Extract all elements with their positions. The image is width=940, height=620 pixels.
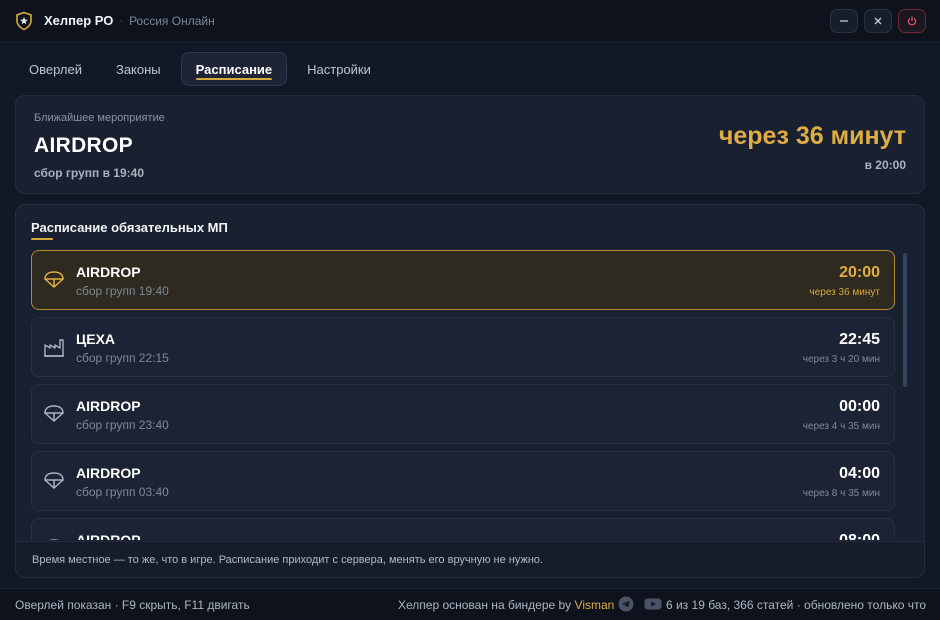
app-title: Хелпер РО — [44, 13, 114, 28]
minimize-button[interactable] — [830, 9, 858, 33]
power-icon — [907, 16, 917, 26]
schedule-row-gather: сбор групп 03:40 — [76, 485, 169, 499]
tab-bar: Оверлей Законы Расписание Настройки — [15, 52, 385, 86]
parachute-icon — [42, 403, 66, 427]
credit-author-link[interactable]: Visman — [575, 598, 615, 612]
schedule-row[interactable]: AIRDROP 08:00 — [31, 518, 895, 540]
schedule-row-gather: сбор групп 23:40 — [76, 418, 169, 432]
schedule-row-until: через 3 ч 20 мин — [802, 354, 880, 365]
shield-star-icon — [14, 11, 34, 31]
schedule-list[interactable]: AIRDROP сбор групп 19:40 20:00 через 36 … — [31, 250, 895, 540]
schedule-row-time: 04:00 — [839, 465, 880, 482]
schedule-row[interactable]: AIRDROP сбор групп 19:40 20:00 через 36 … — [31, 250, 895, 310]
schedule-row-time: 20:00 — [839, 264, 880, 281]
schedule-row-time: 00:00 — [839, 398, 880, 415]
next-event-title: AIRDROP — [34, 134, 133, 157]
schedule-row[interactable]: AIRDROP сбор групп 03:40 04:00 через 8 ч… — [31, 451, 895, 511]
schedule-title-underline — [31, 238, 53, 240]
schedule-footer-note: Время местное — то же, что в игре. Распи… — [16, 541, 924, 577]
tab-schedule[interactable]: Расписание — [180, 52, 288, 86]
parachute-icon — [42, 269, 66, 293]
schedule-scrollbar[interactable] — [903, 253, 907, 387]
schedule-row-name: AIRDROP — [76, 532, 141, 540]
title-bar: Хелпер РО · Россия Онлайн — [0, 0, 940, 42]
window-controls — [830, 9, 926, 33]
tab-laws[interactable]: Законы — [102, 52, 175, 86]
schedule-card: Расписание обязательных МП AIRDROP сбор … — [15, 204, 925, 578]
schedule-row-gather: сбор групп 22:15 — [76, 351, 169, 365]
schedule-row-name: AIRDROP — [76, 465, 141, 481]
overlay-hint: Оверлей показан · F9 скрыть, F11 двигать — [15, 598, 250, 612]
close-button[interactable] — [864, 9, 892, 33]
next-event-time: в 20:00 — [864, 158, 906, 172]
telegram-icon[interactable] — [618, 596, 634, 615]
next-event-label: Ближайшее мероприятие — [34, 112, 165, 124]
schedule-row-until: через 8 ч 35 мин — [802, 488, 880, 499]
schedule-row[interactable]: AIRDROP сбор групп 23:40 00:00 через 4 ч… — [31, 384, 895, 444]
schedule-row-until: через 36 минут — [809, 287, 880, 298]
social-links — [618, 596, 662, 615]
schedule-row-name: AIRDROP — [76, 264, 141, 280]
close-icon — [874, 17, 882, 25]
parachute-icon — [42, 470, 66, 494]
schedule-row-until: через 4 ч 35 мин — [802, 421, 880, 432]
credit-text: Хелпер основан на биндере by Visman — [398, 598, 614, 612]
title-separator: · — [119, 14, 124, 27]
schedule-title: Расписание обязательных МП — [31, 220, 228, 235]
youtube-icon[interactable] — [644, 596, 662, 615]
status-bar: Оверлей показан · F9 скрыть, F11 двигать… — [0, 588, 940, 620]
schedule-row-time: 22:45 — [839, 331, 880, 348]
app-subtitle: Россия Онлайн — [129, 13, 215, 28]
next-event-gather: сбор групп в 19:40 — [34, 166, 144, 180]
tab-overlay[interactable]: Оверлей — [15, 52, 96, 86]
tab-settings[interactable]: Настройки — [293, 52, 385, 86]
parachute-icon — [42, 537, 66, 540]
schedule-row-gather: сбор групп 19:40 — [76, 284, 169, 298]
next-event-countdown: через 36 минут — [718, 122, 906, 150]
database-status: 6 из 19 баз, 366 статей · обновлено толь… — [665, 598, 926, 612]
credit-prefix: Хелпер основан на биндере by — [398, 598, 572, 612]
schedule-row-name: AIRDROP — [76, 398, 141, 414]
schedule-row[interactable]: ЦЕХА сбор групп 22:15 22:45 через 3 ч 20… — [31, 317, 895, 377]
factory-icon — [42, 336, 66, 360]
schedule-row-name: ЦЕХА — [76, 331, 116, 347]
power-button[interactable] — [898, 9, 926, 33]
minimize-icon — [840, 20, 848, 22]
schedule-row-time: 08:00 — [839, 532, 880, 540]
next-event-card: Ближайшее мероприятие AIRDROP сбор групп… — [15, 95, 925, 194]
